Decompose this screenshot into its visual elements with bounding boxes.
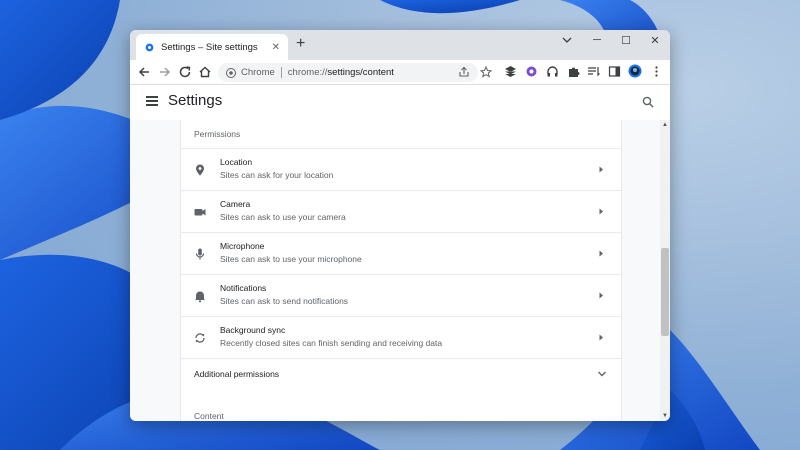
- permission-subtitle: Sites can ask to use your microphone: [220, 254, 362, 264]
- chrome-logo-icon: [226, 67, 236, 78]
- content-section-label: Content: [194, 411, 224, 421]
- extensions-puzzle-icon[interactable]: [567, 65, 580, 78]
- url-path: settings/content: [327, 67, 394, 78]
- search-icon[interactable]: [642, 96, 654, 108]
- settings-header: Settings: [130, 85, 670, 121]
- title-bar: Settings – Site settings ✕ + ─ ☐ ✕: [130, 30, 670, 60]
- permission-title: Camera: [220, 199, 251, 209]
- location-pin-icon: [196, 164, 204, 176]
- omnibox-chrome-label: Chrome: [241, 67, 275, 78]
- arrow-right-icon: [599, 166, 603, 173]
- scroll-thumb[interactable]: [661, 248, 669, 336]
- arrow-right-icon: [599, 292, 603, 299]
- sync-icon: [195, 333, 205, 343]
- layers-extension-icon[interactable]: [504, 65, 517, 78]
- back-arrow-icon[interactable]: [136, 64, 152, 80]
- flower-extension-icon[interactable]: [525, 65, 538, 78]
- new-tab-button[interactable]: +: [296, 35, 305, 53]
- bookmark-star-icon[interactable]: [480, 66, 492, 78]
- permission-title: Background sync: [220, 325, 286, 335]
- additional-permissions-row[interactable]: Additional permissions: [181, 358, 621, 389]
- permission-title: Notifications: [220, 283, 267, 293]
- url-scheme: chrome://: [287, 67, 328, 78]
- arrow-right-icon: [599, 250, 603, 257]
- bell-icon: [195, 291, 205, 303]
- browser-window: Settings – Site settings ✕ + ─ ☐ ✕ Chrom…: [130, 30, 670, 421]
- additional-permissions-label: Additional permissions: [194, 369, 280, 379]
- maximize-button[interactable]: ☐: [611, 30, 641, 50]
- permission-row-background-sync[interactable]: Background sync Recently closed sites ca…: [181, 316, 621, 358]
- reading-list-icon[interactable]: [587, 65, 600, 78]
- site-settings-card: Permissions Location Sites can ask for y…: [180, 120, 622, 421]
- page-scrollbar[interactable]: ▲ ▼: [660, 120, 670, 421]
- arrow-right-icon: [599, 334, 603, 341]
- permission-subtitle: Recently closed sites can finish sending…: [220, 338, 443, 348]
- arrow-right-icon: [599, 208, 603, 215]
- tab-search-icon[interactable]: [562, 36, 572, 44]
- permissions-section-label: Permissions: [194, 129, 241, 139]
- hamburger-menu-icon[interactable]: [146, 96, 158, 106]
- menu-kebab-icon[interactable]: [650, 65, 663, 78]
- permission-row-notifications[interactable]: Notifications Sites can ask to send noti…: [181, 274, 621, 316]
- permission-row-microphone[interactable]: Microphone Sites can ask to use your mic…: [181, 232, 621, 274]
- permission-row-camera[interactable]: Camera Sites can ask to use your camera: [181, 190, 621, 232]
- chevron-down-icon: [598, 371, 606, 377]
- microphone-icon: [195, 248, 205, 260]
- page-title: Settings: [168, 92, 223, 109]
- scroll-up-arrow-icon[interactable]: ▲: [662, 122, 668, 128]
- side-panel-icon[interactable]: [608, 65, 621, 78]
- permission-title: Location: [220, 157, 253, 167]
- tab-title: Settings – Site settings: [161, 41, 258, 53]
- settings-content: Permissions Location Sites can ask for y…: [130, 120, 660, 421]
- permission-row-location[interactable]: Location Sites can ask for your location: [181, 148, 621, 190]
- permission-subtitle: Sites can ask for your location: [220, 170, 334, 180]
- headphones-extension-icon[interactable]: [546, 65, 559, 78]
- tab-close-button[interactable]: ✕: [272, 42, 280, 53]
- share-icon[interactable]: [458, 66, 470, 78]
- home-icon[interactable]: [197, 64, 213, 80]
- address-bar[interactable]: Chrome chrome://settings/content: [218, 63, 478, 82]
- permission-title: Microphone: [220, 241, 265, 251]
- scroll-down-arrow-icon[interactable]: ▼: [662, 413, 668, 419]
- camera-icon: [194, 209, 206, 216]
- browser-toolbar: Chrome chrome://settings/content: [130, 60, 670, 85]
- permission-subtitle: Sites can ask to send notifications: [220, 296, 349, 306]
- close-window-button[interactable]: ✕: [640, 30, 670, 50]
- omnibox-separator: [280, 67, 282, 78]
- forward-arrow-icon[interactable]: [157, 64, 173, 80]
- reload-icon[interactable]: [177, 64, 193, 80]
- gear-icon: [145, 43, 154, 51]
- permission-subtitle: Sites can ask to use your camera: [220, 212, 346, 222]
- minimize-button[interactable]: ─: [582, 30, 612, 50]
- profile-avatar[interactable]: [628, 64, 642, 78]
- active-tab[interactable]: Settings – Site settings ✕: [136, 34, 288, 60]
